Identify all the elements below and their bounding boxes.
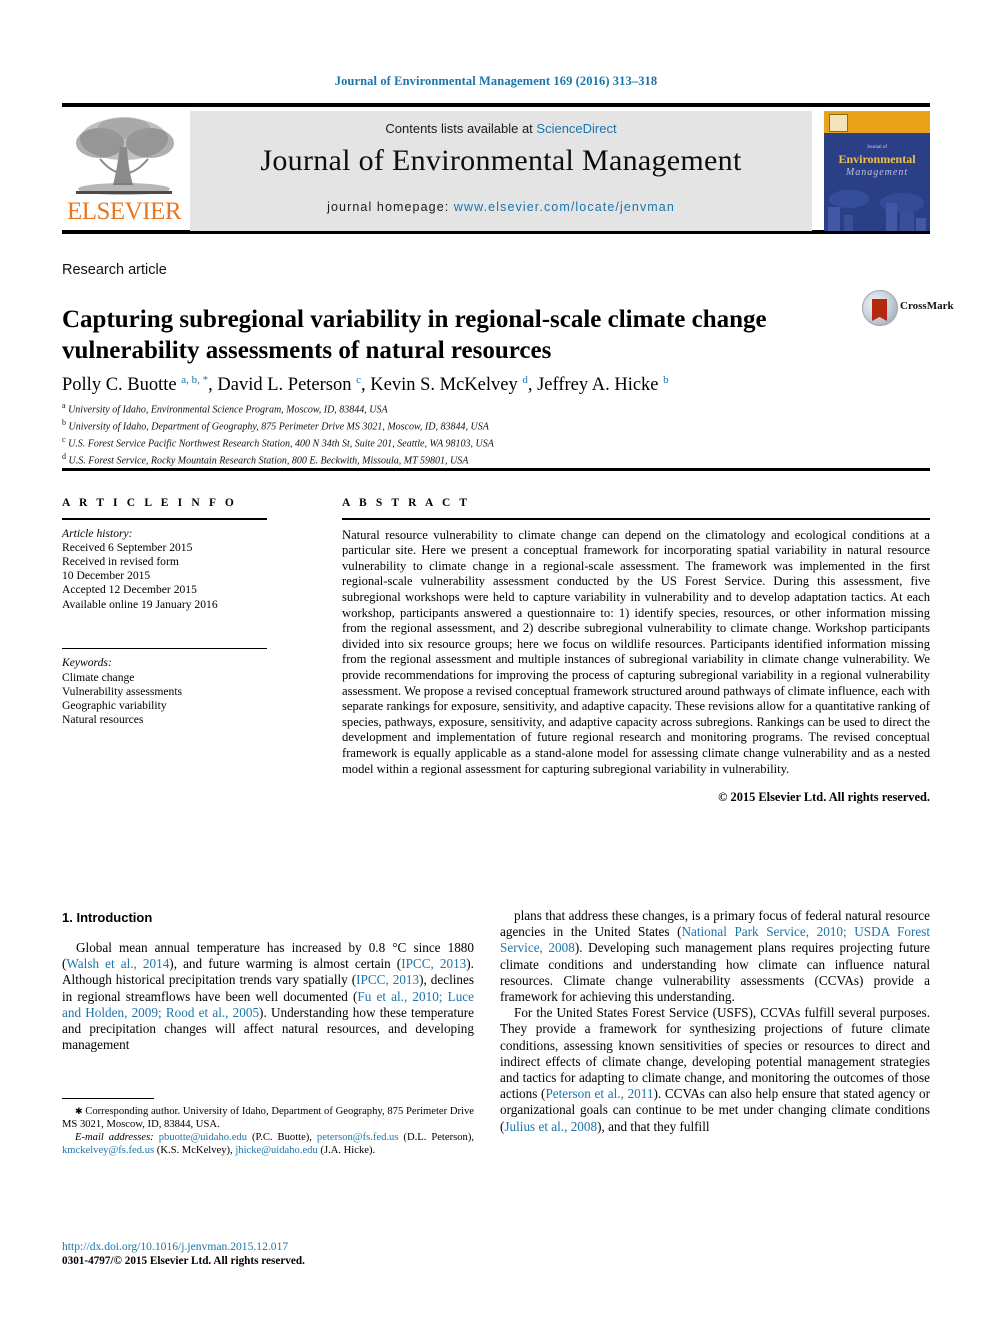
affiliation-item: a University of Idaho, Environmental Sci… [62, 400, 882, 417]
footnote-rule [62, 1098, 154, 1100]
body-column-left: 1. Introduction Global mean annual tempe… [62, 910, 474, 1053]
cover-skyline-art [824, 185, 930, 231]
issn-copyright: 0301-4797/© 2015 Elsevier Ltd. All right… [62, 1255, 305, 1267]
journal-cover-image: Journal of Environmental Management [824, 111, 930, 231]
elsevier-wordmark: ELSEVIER [66, 198, 182, 225]
affiliation-text: U.S. Forest Service, Rocky Mountain Rese… [68, 455, 469, 467]
keywords-block: Keywords: Climate change Vulnerability a… [62, 656, 267, 727]
email-addresses-note: E-mail addresses: pbuotte@uidaho.edu (P.… [62, 1132, 474, 1157]
affiliation-item: c U.S. Forest Service Pacific Northwest … [62, 434, 882, 451]
affiliation-item: b University of Idaho, Department of Geo… [62, 417, 882, 434]
crossmark-book-icon [872, 299, 887, 321]
affiliation-marker: d [62, 451, 66, 461]
abstract-section: A B S T R A C T Natural resource vulnera… [342, 497, 930, 805]
affiliation-marker: a [62, 401, 66, 410]
crossmark-badge[interactable]: CrossMark [862, 288, 954, 330]
journal-homepage-line: journal homepage: www.elsevier.com/locat… [190, 200, 812, 214]
doi-block: http://dx.doi.org/10.1016/j.jenvman.2015… [62, 1240, 474, 1267]
corresponding-author-note: ✱ Corresponding author. University of Id… [62, 1106, 474, 1131]
sciencedirect-link[interactable]: ScienceDirect [536, 121, 616, 136]
cover-journal-of: Journal of [866, 145, 888, 150]
cover-line-environmental: Environmental [838, 152, 916, 166]
body-column-right: plans that address these changes, is a p… [500, 908, 930, 1135]
author-list: Polly C. Buotte a, b, *, David L. Peters… [62, 374, 669, 396]
journal-masthead: ELSEVIER Contents lists available at Sci… [62, 103, 930, 234]
history-item: Accepted 12 December 2015 [62, 583, 197, 597]
masthead-banner: Contents lists available at ScienceDirec… [190, 111, 812, 231]
page-title: Capturing subregional variability in reg… [62, 305, 767, 364]
keyword-item: Natural resources [62, 713, 144, 727]
intro-paragraph-right-1: plans that address these changes, is a p… [500, 908, 930, 1005]
footnote-block: ✱ Corresponding author. University of Id… [62, 1098, 474, 1157]
affiliation-marker: b [62, 417, 66, 427]
cover-line-management: Management [845, 167, 909, 178]
homepage-label: journal homepage: [327, 200, 454, 214]
contents-prefix: Contents lists available at [385, 121, 537, 136]
history-item: Received in revised form [62, 555, 179, 568]
history-item: Available online 19 January 2016 [62, 597, 218, 611]
keyword-item: Geographic variability [62, 699, 167, 713]
keyword-item: Climate change [62, 670, 135, 684]
abstract-text: Natural resource vulnerability to climat… [342, 527, 930, 776]
abstract-copyright: © 2015 Elsevier Ltd. All rights reserved… [718, 790, 930, 805]
abstract-rule [342, 518, 930, 520]
article-history-block: Article history: Received 6 September 20… [62, 527, 267, 612]
contents-line: Contents lists available at ScienceDirec… [190, 121, 812, 136]
crossmark-circle-icon [862, 290, 898, 326]
history-item: Received 6 September 2015 [62, 540, 193, 554]
affiliation-text: University of Idaho, Department of Geogr… [68, 421, 489, 433]
homepage-url[interactable]: www.elsevier.com/locate/jenvman [454, 200, 675, 214]
article-type-label: Research article [62, 262, 167, 278]
keyword-item: Vulnerability assessments [62, 684, 183, 698]
intro-paragraph-left: Global mean annual temperature has incre… [62, 940, 474, 1053]
intro-paragraph-right-2: For the United States Forest Service (US… [500, 1005, 930, 1134]
article-page: Journal of Environmental Management 169 … [0, 0, 992, 1323]
crossmark-label: CrossMark [900, 300, 954, 312]
journal-title: Journal of Environmental Management [260, 144, 742, 177]
doi-link[interactable]: http://dx.doi.org/10.1016/j.jenvman.2015… [62, 1240, 474, 1253]
affiliation-text: University of Idaho, Environmental Scien… [68, 404, 388, 416]
section-heading-introduction: 1. Introduction [62, 910, 153, 925]
abstract-heading: A B S T R A C T [342, 497, 471, 509]
affiliation-marker: c [62, 434, 66, 444]
article-info-rule [62, 518, 267, 520]
keywords-rule [62, 647, 267, 650]
article-info-section: A R T I C L E I N F O Article history: R… [62, 497, 267, 727]
affiliation-text: U.S. Forest Service Pacific Northwest Re… [68, 438, 494, 450]
elsevier-logo: ELSEVIER [62, 111, 187, 231]
article-history-label: Article history: [62, 526, 133, 540]
affiliation-item: d U.S. Forest Service, Rocky Mountain Re… [62, 451, 882, 468]
article-info-heading: A R T I C L E I N F O [62, 497, 237, 509]
divider-above-abstract [62, 468, 930, 471]
keywords-label: Keywords: [62, 656, 112, 670]
running-head: Journal of Environmental Management 169 … [334, 74, 658, 88]
affiliation-list: a University of Idaho, Environmental Sci… [62, 400, 882, 468]
elsevier-tree-icon [76, 117, 174, 195]
history-item: 10 December 2015 [62, 569, 151, 583]
cover-elsevier-mark [829, 114, 848, 132]
